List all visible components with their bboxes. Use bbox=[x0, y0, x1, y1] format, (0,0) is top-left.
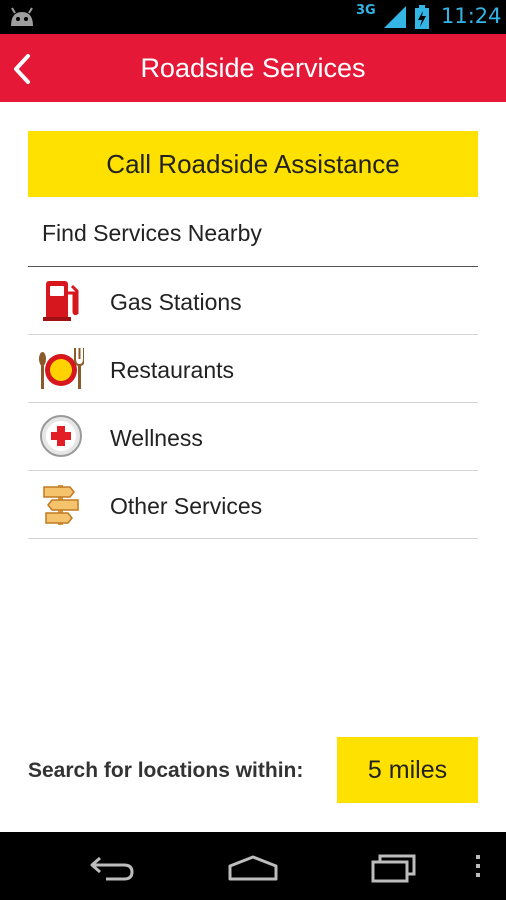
service-item-gas-stations[interactable]: Gas Stations bbox=[28, 267, 478, 335]
search-radius-button[interactable]: 5 miles bbox=[337, 737, 478, 803]
android-notification-icon bbox=[11, 7, 33, 26]
system-nav-bar bbox=[0, 832, 506, 900]
page-title: Roadside Services bbox=[140, 53, 366, 83]
status-bar: 3G 11:24 bbox=[0, 0, 506, 34]
find-services-header: Find Services Nearby bbox=[28, 198, 478, 267]
nav-home-icon[interactable] bbox=[227, 854, 279, 882]
signal-strength-icon bbox=[384, 6, 406, 28]
medical-cross-icon bbox=[40, 415, 82, 457]
service-item-wellness[interactable]: Wellness bbox=[28, 403, 478, 471]
overflow-menu-icon[interactable] bbox=[474, 852, 482, 880]
service-item-other-services[interactable]: Other Services bbox=[28, 471, 478, 539]
network-type: 3G bbox=[356, 3, 376, 18]
signpost-icon bbox=[43, 485, 79, 525]
service-label: Gas Stations bbox=[110, 289, 242, 315]
nav-recents-icon[interactable] bbox=[370, 852, 418, 884]
section-title: Find Services Nearby bbox=[42, 220, 262, 246]
plate-fork-icon bbox=[39, 348, 84, 389]
service-item-restaurants[interactable]: Restaurants bbox=[28, 335, 478, 403]
services-list: Gas Stations Restaurants Wellness Other … bbox=[28, 267, 478, 539]
gas-pump-icon bbox=[43, 281, 79, 321]
search-radius-label: Search for locations within: bbox=[28, 759, 304, 782]
battery-icon bbox=[415, 5, 429, 29]
app-bar: Roadside Services bbox=[0, 34, 506, 102]
service-label: Wellness bbox=[110, 425, 203, 451]
service-label: Other Services bbox=[110, 493, 263, 519]
nav-back-icon[interactable] bbox=[88, 854, 136, 882]
call-roadside-assistance-button[interactable]: Call Roadside Assistance bbox=[28, 131, 478, 197]
status-clock: 11:24 bbox=[441, 4, 502, 28]
service-label: Restaurants bbox=[110, 357, 235, 383]
